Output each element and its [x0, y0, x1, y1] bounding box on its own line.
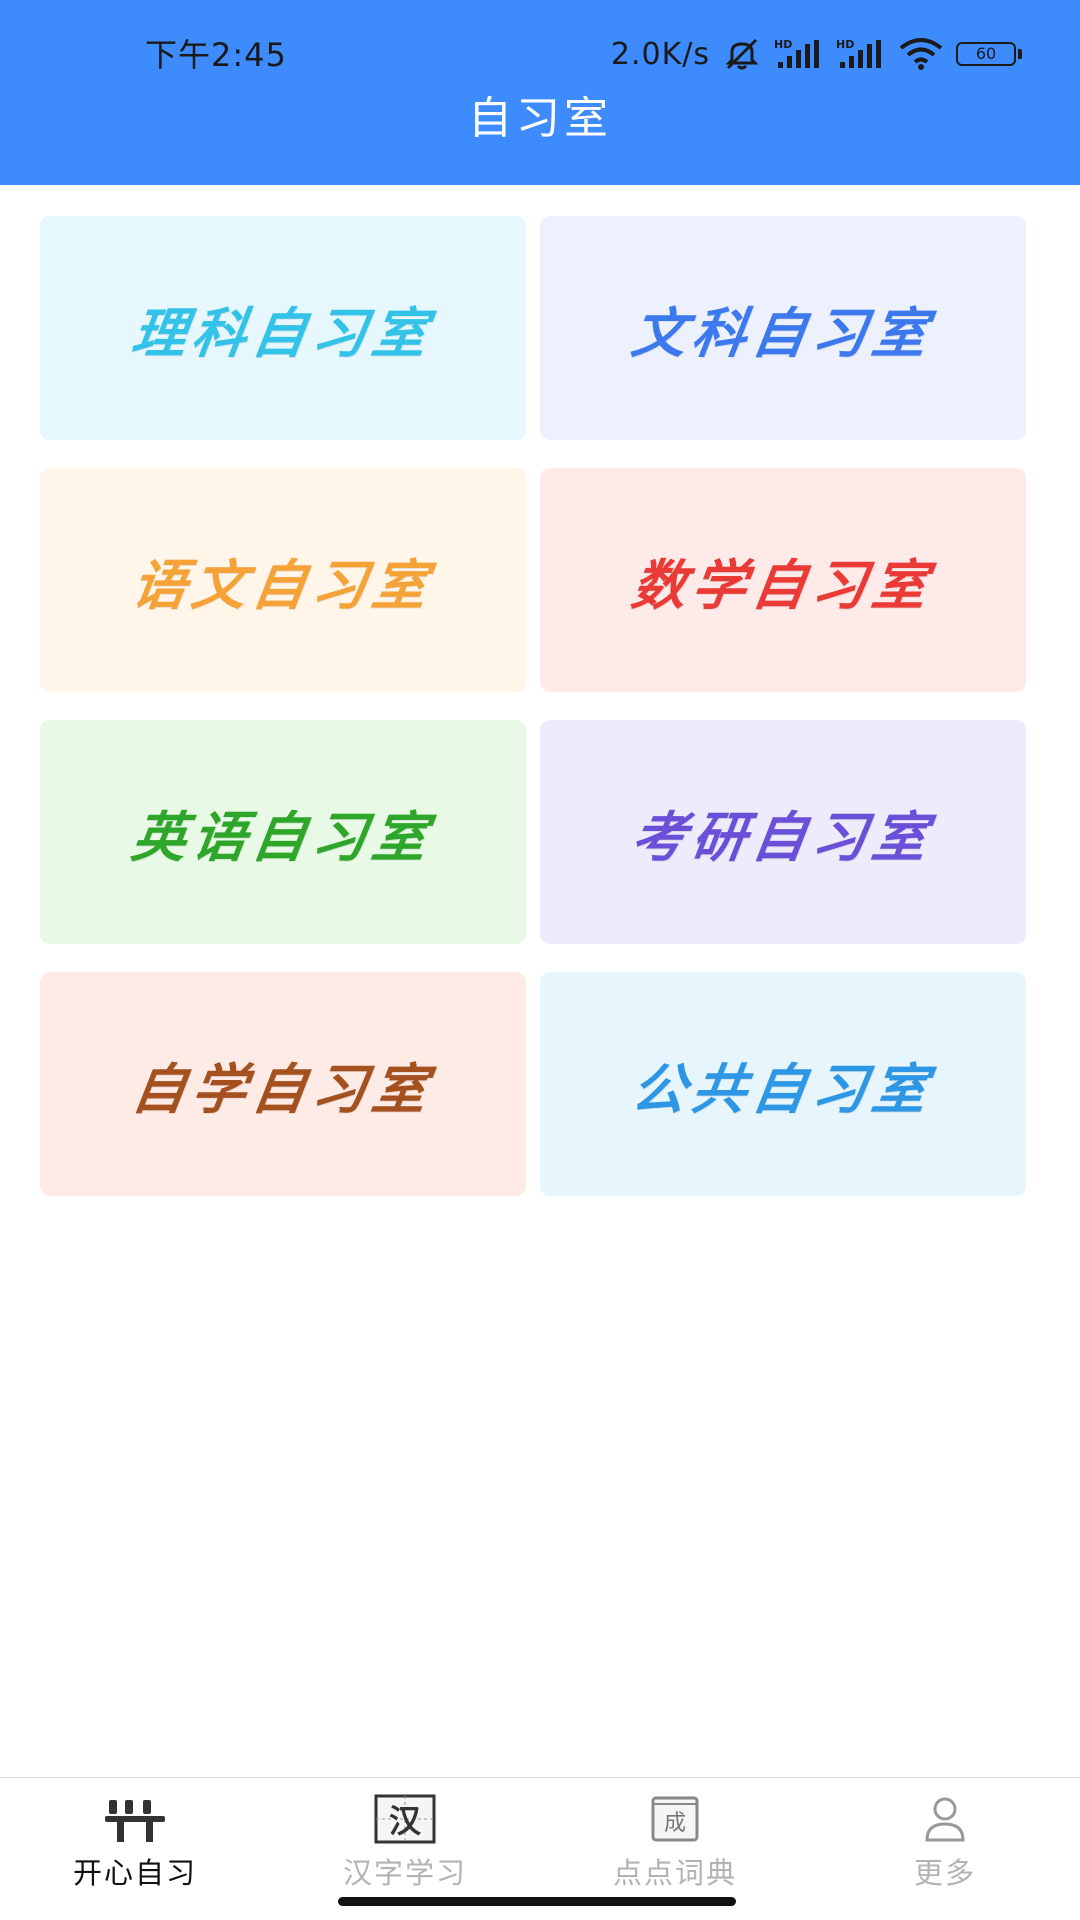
dictionary-icon-glyph: 成: [664, 1811, 686, 1836]
signal-icon-1: HD: [774, 36, 824, 72]
room-card-math[interactable]: 数学自习室: [540, 468, 1026, 692]
room-label: 数学自习室: [627, 553, 937, 617]
battery-icon: 60: [956, 42, 1022, 66]
room-label: 考研自习室: [627, 805, 937, 869]
network-speed: 2.0K/s: [610, 36, 710, 72]
nav-label: 点点词典: [612, 1856, 737, 1890]
room-label: 公共自习室: [627, 1057, 937, 1121]
header: 下午2:45 2.0K/s HD HD 60 自习室: [0, 0, 1080, 185]
room-card-science[interactable]: 理科自习室: [40, 216, 526, 440]
nav-item-hanzi[interactable]: 汉 汉字学习: [305, 1794, 505, 1894]
room-label: 自学自习室: [127, 1057, 437, 1121]
user-icon: [913, 1794, 977, 1844]
nav-label: 开心自习: [72, 1856, 197, 1890]
room-card-chinese[interactable]: 语文自习室: [40, 468, 526, 692]
room-card-postgraduate[interactable]: 考研自习室: [540, 720, 1026, 944]
hanzi-icon: 汉: [373, 1794, 437, 1844]
page-title: 自习室: [468, 93, 612, 144]
hd-label-2: HD: [836, 38, 854, 51]
nav-label: 汉字学习: [342, 1856, 467, 1890]
mute-icon: [722, 36, 762, 72]
room-label: 文科自习室: [627, 301, 937, 365]
room-card-self-study[interactable]: 自学自习室: [40, 972, 526, 1196]
home-indicator[interactable]: [338, 1897, 736, 1906]
study-room-grid: 理科自习室 文科自习室 语文自习室 数学自习室 英语自习室 考研自习室 自学自习…: [40, 216, 1026, 1196]
signal-icon-2: HD: [836, 36, 886, 72]
wifi-icon: [898, 36, 944, 72]
room-card-english[interactable]: 英语自习室: [40, 720, 526, 944]
app-root: 下午2:45 2.0K/s HD HD 60 自习室 理科自习室 文科自习室 语…: [0, 0, 1080, 1920]
nav-item-happy-study[interactable]: 开心自习: [35, 1794, 235, 1894]
room-card-public[interactable]: 公共自习室: [540, 972, 1026, 1196]
idiom-dictionary-icon: 成: [643, 1794, 707, 1844]
happy-study-icon: [103, 1794, 167, 1844]
room-label: 理科自习室: [127, 301, 437, 365]
status-time: 下午2:45: [145, 36, 287, 74]
status-bar: 下午2:45 2.0K/s HD HD 60: [0, 30, 1080, 80]
battery-level: 60: [956, 42, 1016, 66]
nav-item-more[interactable]: 更多: [845, 1794, 1045, 1894]
room-label: 语文自习室: [127, 553, 437, 617]
room-label: 英语自习室: [127, 805, 437, 869]
room-card-liberal-arts[interactable]: 文科自习室: [540, 216, 1026, 440]
nav-item-dictionary[interactable]: 成 点点词典: [575, 1794, 775, 1894]
hd-label-1: HD: [774, 38, 792, 51]
status-icons: 2.0K/s HD HD 60: [611, 30, 1022, 78]
nav-label: 更多: [913, 1856, 976, 1890]
hanzi-icon-glyph: 汉: [389, 1802, 422, 1840]
